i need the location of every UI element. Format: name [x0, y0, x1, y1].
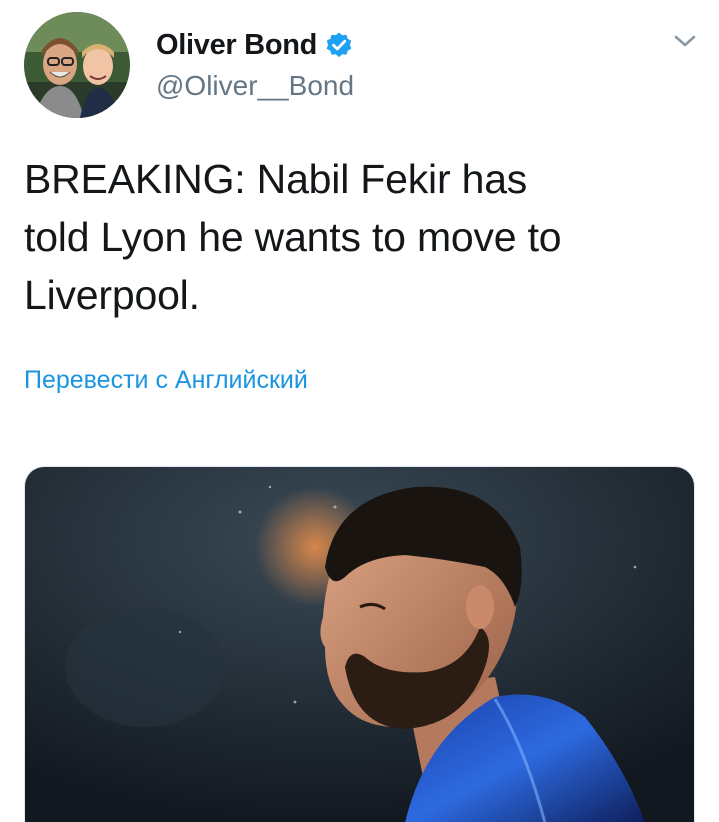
author-display-name[interactable]: Oliver Bond	[156, 29, 317, 62]
author-name-row[interactable]: Oliver Bond	[156, 28, 353, 62]
tweet-text-line: told Lyon he wants to move to	[24, 214, 562, 260]
verified-badge-icon	[325, 31, 353, 59]
tweet-text-line: BREAKING: Nabil Fekir has	[24, 156, 528, 202]
avatar[interactable]	[24, 12, 130, 118]
player-photo	[25, 467, 694, 822]
tweet-card[interactable]: Oliver Bond @Oliver__Bond BREAKING: Nabi…	[0, 0, 719, 822]
chevron-down-icon[interactable]	[672, 30, 698, 52]
tweet-media-photo[interactable]	[24, 466, 695, 822]
author-handle[interactable]: @Oliver__Bond	[156, 70, 354, 102]
avatar-photo	[24, 12, 130, 118]
translate-link[interactable]: Перевести с Английский	[24, 366, 308, 395]
tweet-text-line: Liverpool.	[24, 272, 200, 318]
tweet-text: BREAKING: Nabil Fekir has told Lyon he w…	[24, 150, 684, 324]
